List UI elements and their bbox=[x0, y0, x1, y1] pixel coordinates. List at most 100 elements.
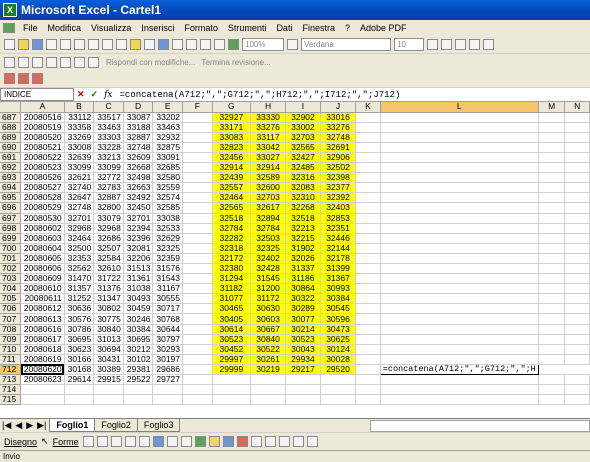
cell-l[interactable] bbox=[380, 152, 539, 164]
cell-a[interactable]: 20080530 bbox=[20, 213, 65, 224]
cell-b[interactable]: 30576 bbox=[64, 313, 95, 325]
cell-l[interactable] bbox=[380, 253, 539, 265]
cell-k[interactable] bbox=[355, 233, 381, 244]
cell-n[interactable] bbox=[564, 283, 590, 295]
pdf-email-icon[interactable] bbox=[18, 73, 29, 84]
column-header-m[interactable]: M bbox=[538, 102, 566, 113]
column-header-e[interactable]: E bbox=[152, 102, 184, 113]
cell-e[interactable]: 33202 bbox=[152, 112, 184, 123]
cell-l[interactable] bbox=[380, 213, 539, 224]
cell-h[interactable] bbox=[250, 394, 286, 406]
cell-k[interactable] bbox=[355, 263, 381, 275]
cell-i[interactable]: 32213 bbox=[285, 223, 321, 234]
cell-b[interactable]: 30786 bbox=[64, 324, 95, 335]
cell-h[interactable]: 30667 bbox=[250, 324, 286, 335]
textbox-icon[interactable] bbox=[138, 436, 150, 447]
cell-k[interactable] bbox=[355, 152, 381, 164]
cell-m[interactable] bbox=[538, 162, 566, 174]
spelling-icon[interactable] bbox=[88, 39, 99, 50]
cell-h[interactable]: 31172 bbox=[250, 293, 286, 305]
row-header[interactable]: 707 bbox=[0, 313, 22, 325]
cell-i[interactable]: 32083 bbox=[285, 182, 321, 194]
cell-i[interactable]: 31902 bbox=[285, 243, 321, 254]
cell-e[interactable]: 32359 bbox=[152, 253, 184, 265]
cell-m[interactable] bbox=[538, 293, 566, 305]
cell-l[interactable] bbox=[380, 233, 539, 244]
cell-d[interactable]: 31513 bbox=[123, 263, 154, 275]
cell-e[interactable]: 30797 bbox=[152, 334, 184, 345]
cell-d[interactable]: 30493 bbox=[123, 293, 154, 305]
arrow-icon[interactable] bbox=[96, 436, 108, 447]
row-header[interactable]: 704 bbox=[0, 283, 22, 295]
cell-b[interactable]: 31357 bbox=[64, 283, 95, 295]
row-header[interactable]: 700 bbox=[0, 243, 22, 254]
cell-a[interactable]: 20080611 bbox=[20, 293, 65, 305]
cell-b[interactable]: 33008 bbox=[64, 142, 95, 153]
fill-color-icon[interactable] bbox=[208, 436, 220, 447]
cell-g[interactable]: 32565 bbox=[212, 202, 252, 214]
cell-e[interactable]: 32685 bbox=[152, 162, 184, 174]
cell-b[interactable]: 32500 bbox=[64, 243, 95, 254]
cell-b[interactable]: 32562 bbox=[64, 263, 95, 275]
column-header-f[interactable]: F bbox=[182, 102, 213, 113]
row-header[interactable]: 710 bbox=[0, 344, 22, 355]
cell-g[interactable]: 29999 bbox=[212, 364, 252, 376]
fx-button[interactable]: fx bbox=[104, 90, 112, 100]
cell-f[interactable] bbox=[182, 132, 213, 143]
cancel-icon[interactable]: ✕ bbox=[77, 89, 85, 100]
cell-m[interactable] bbox=[538, 283, 566, 295]
cell-j[interactable]: 32178 bbox=[320, 253, 357, 265]
cell-l[interactable] bbox=[380, 202, 539, 214]
cell-e[interactable]: 32875 bbox=[152, 142, 184, 153]
cell-g[interactable] bbox=[212, 384, 252, 396]
cell-k[interactable] bbox=[355, 192, 381, 204]
cell-b[interactable]: 32353 bbox=[64, 253, 95, 265]
cell-d[interactable]: 30384 bbox=[123, 324, 154, 335]
cell-k[interactable] bbox=[355, 142, 381, 153]
cell-i[interactable]: 32268 bbox=[285, 202, 321, 214]
cell-b[interactable]: 32639 bbox=[64, 152, 95, 164]
cell-g[interactable]: 32823 bbox=[212, 142, 252, 153]
cell-g[interactable] bbox=[212, 394, 252, 406]
cell-h[interactable]: 33330 bbox=[250, 112, 286, 123]
cell-c[interactable]: 33517 bbox=[93, 112, 124, 123]
cell-m[interactable] bbox=[538, 303, 566, 315]
cell-n[interactable] bbox=[564, 313, 590, 325]
cell-i[interactable]: 32485 bbox=[285, 162, 321, 174]
cell-a[interactable]: 20080516 bbox=[20, 112, 65, 123]
cell-m[interactable] bbox=[538, 313, 566, 325]
clipart-icon[interactable] bbox=[180, 436, 192, 447]
menu-inserisci[interactable]: Inserisci bbox=[136, 23, 179, 33]
cell-h[interactable]: 31545 bbox=[250, 273, 286, 285]
cell-b[interactable]: 33269 bbox=[64, 132, 95, 143]
paste-icon[interactable] bbox=[130, 39, 141, 50]
cell-n[interactable] bbox=[564, 334, 590, 345]
row-header[interactable]: 703 bbox=[0, 273, 22, 285]
help-icon[interactable] bbox=[287, 39, 298, 50]
cell-e[interactable]: 31543 bbox=[152, 273, 184, 285]
cell-k[interactable] bbox=[355, 172, 381, 184]
menu-visualizza[interactable]: Visualizza bbox=[86, 23, 136, 33]
cell-h[interactable]: 32894 bbox=[250, 213, 286, 224]
cell-f[interactable] bbox=[182, 293, 213, 305]
cell-d[interactable]: 31038 bbox=[123, 283, 154, 295]
cell-d[interactable]: 32450 bbox=[123, 202, 154, 214]
cell-g[interactable]: 33083 bbox=[212, 132, 252, 143]
cell-n[interactable] bbox=[564, 112, 590, 123]
cell-b[interactable] bbox=[64, 384, 95, 396]
cell-l[interactable] bbox=[380, 313, 539, 325]
row-header[interactable]: 689 bbox=[0, 132, 22, 143]
cell-j[interactable]: 32392 bbox=[320, 192, 357, 204]
cell-a[interactable]: 20080617 bbox=[20, 334, 65, 345]
cut-icon[interactable] bbox=[102, 39, 113, 50]
cell-n[interactable] bbox=[564, 223, 590, 234]
cell-h[interactable]: 32914 bbox=[250, 162, 286, 174]
cell-e[interactable]: 30197 bbox=[152, 354, 184, 365]
cell-l[interactable] bbox=[380, 344, 539, 355]
cell-b[interactable]: 32701 bbox=[64, 213, 95, 224]
cell-d[interactable]: 30102 bbox=[123, 354, 154, 365]
cell-i[interactable]: 32518 bbox=[285, 213, 321, 224]
cell-m[interactable] bbox=[538, 233, 566, 244]
cell-n[interactable] bbox=[564, 364, 590, 376]
cell-h[interactable]: 33276 bbox=[250, 122, 286, 133]
